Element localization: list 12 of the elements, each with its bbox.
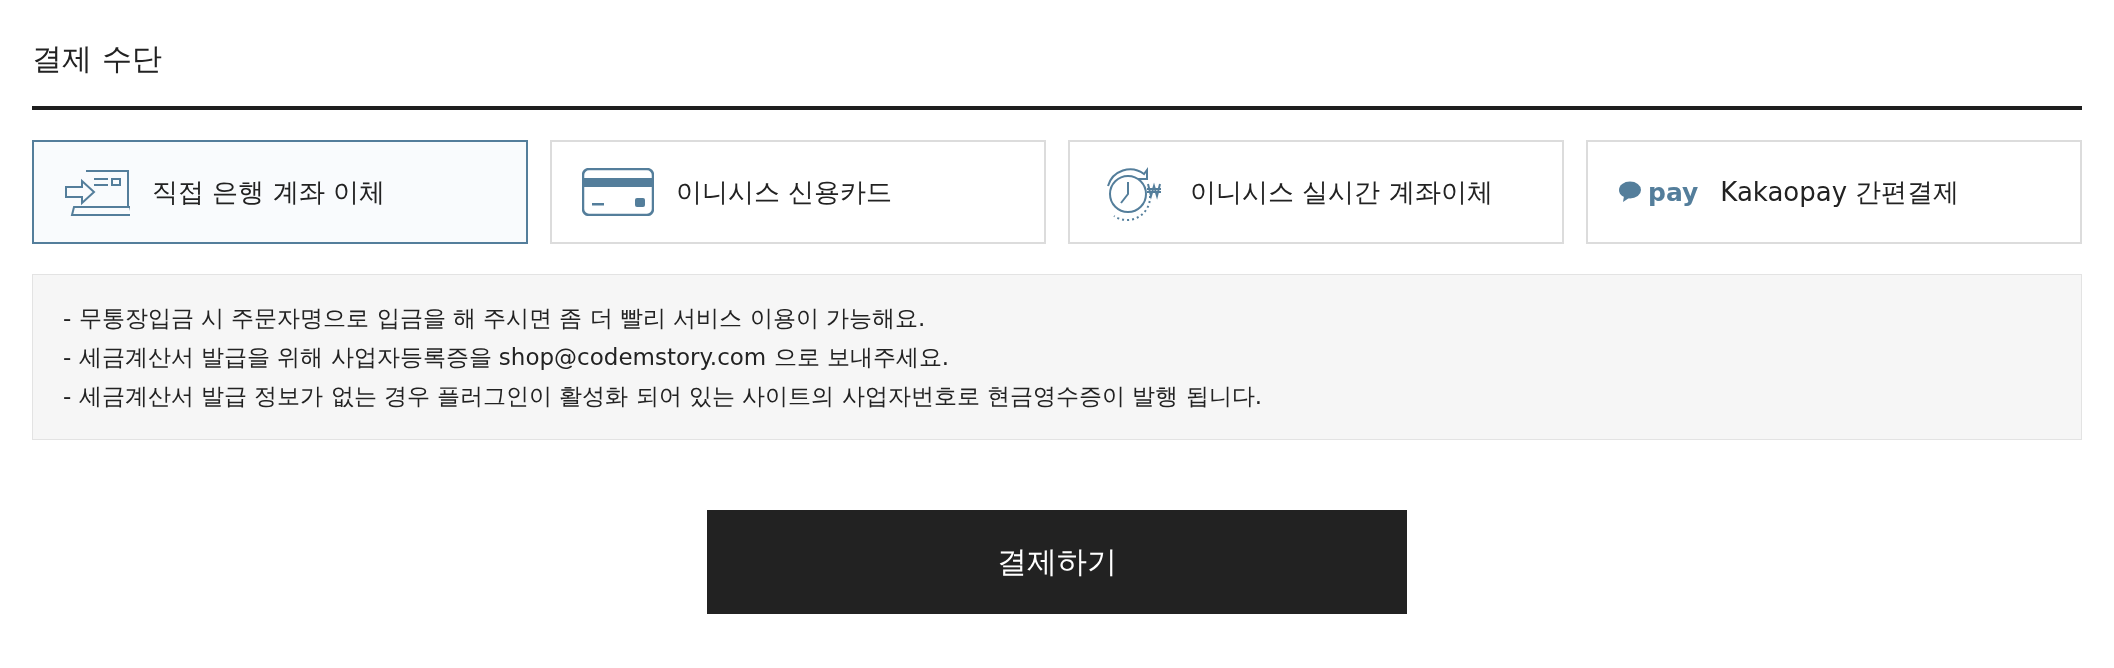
- pay-button[interactable]: 결제하기: [707, 510, 1407, 614]
- notice-text: - 무통장입금 시 주문자명으로 입금을 해 주시면 좀 더 빨리 서비스 이용이 가능해요.: [63, 304, 927, 333]
- payment-method-option[interactable]: 직접 은행 계좌 이체: [32, 140, 528, 244]
- notice-text: - 세금계산서 발급을 위해 사업자등록증을 shop@codemstory.com 으로 보내주세요.: [63, 343, 951, 372]
- credit-card-icon: [582, 168, 654, 216]
- bank-transfer-icon: [64, 167, 130, 217]
- kakaopay-logo: pay: [1618, 177, 1699, 207]
- section-title: 결제 수단: [32, 40, 163, 78]
- payment-method-option[interactable]: 이니시스 신용카드: [550, 140, 1046, 244]
- payment-method-option[interactable]: 이니시스 실시간 계좌이체: [1068, 140, 1564, 244]
- notice-text: - 세금계산서 발급 정보가 없는 경우 플러그인이 활성화 되어 있는 사이트의 사업자번호로 현금영수증이 발행 됩니다.: [63, 382, 1263, 411]
- payment-method-option[interactable]: pay Kakaopay 간편결제: [1586, 140, 2082, 244]
